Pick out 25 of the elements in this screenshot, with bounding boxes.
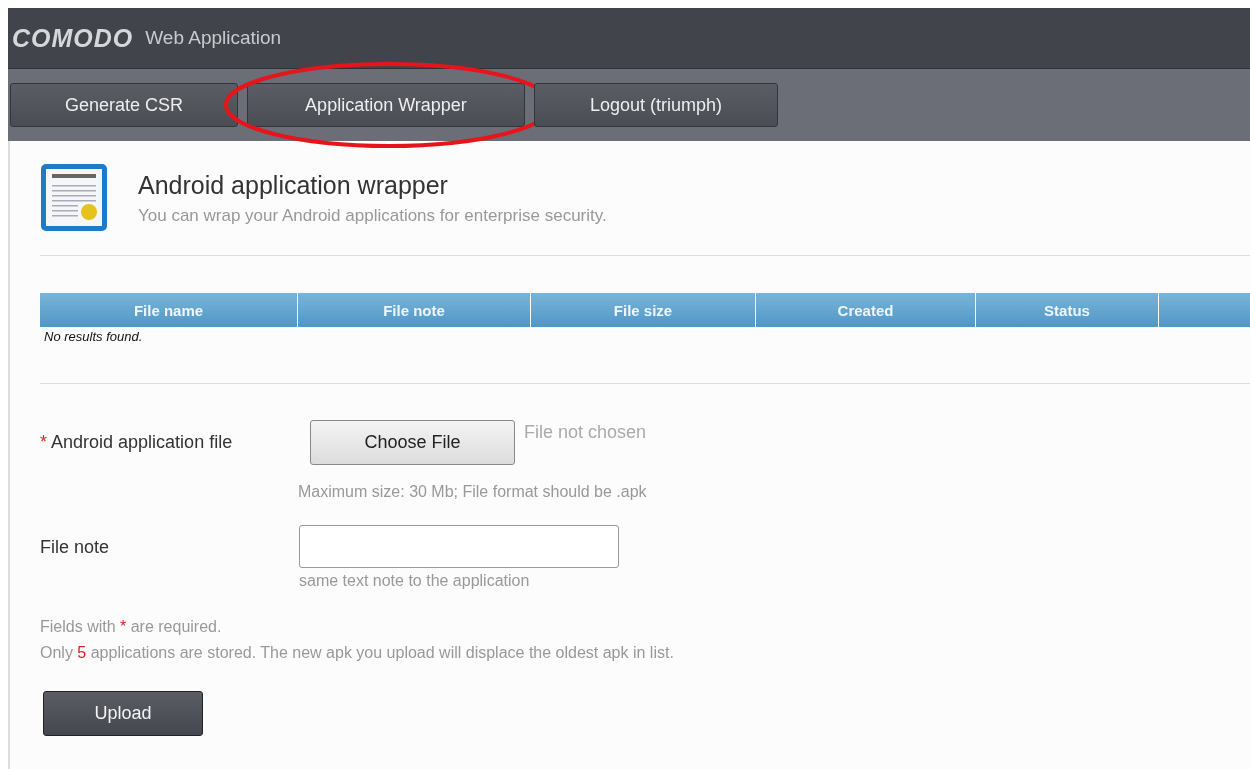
- field-hint: same text note to the application: [299, 572, 531, 590]
- file-status: File not chosen: [524, 422, 647, 443]
- file-note-field[interactable]: [299, 525, 619, 568]
- app-title: Web Application: [145, 27, 282, 49]
- field-hint: Maximum size: 30 Mb; File format should be .apk: [298, 483, 647, 501]
- info-note: Fields with * are required.: [40, 617, 223, 637]
- page-subtitle: You can wrap your Android applications for enterprise security.: [138, 206, 607, 226]
- logo: COMODO: [12, 23, 134, 53]
- choose-file-button[interactable]: Choose File: [310, 420, 515, 465]
- column-header: File size: [531, 293, 756, 327]
- page-title: Android application wrapper: [138, 171, 449, 200]
- info-note: Only 5 applications are stored. The new apk you upload will displace the oldest apk in list.: [40, 643, 675, 663]
- field-label: File note: [40, 537, 110, 557]
- certificate-icon: [40, 163, 108, 233]
- nav-button[interactable]: Generate CSR: [10, 83, 238, 127]
- column-header: File name: [40, 293, 298, 327]
- field-label: Android application file: [51, 432, 233, 452]
- required-mark: *: [40, 432, 47, 452]
- nav-button[interactable]: Logout (triumph): [534, 83, 778, 127]
- column-header: File note: [298, 293, 531, 327]
- column-header: Created: [756, 293, 976, 327]
- nav-button[interactable]: Application Wrapper: [247, 83, 525, 127]
- upload-button[interactable]: Upload: [43, 691, 203, 736]
- column-header: Status: [976, 293, 1159, 327]
- empty-message: No results found.: [43, 328, 144, 344]
